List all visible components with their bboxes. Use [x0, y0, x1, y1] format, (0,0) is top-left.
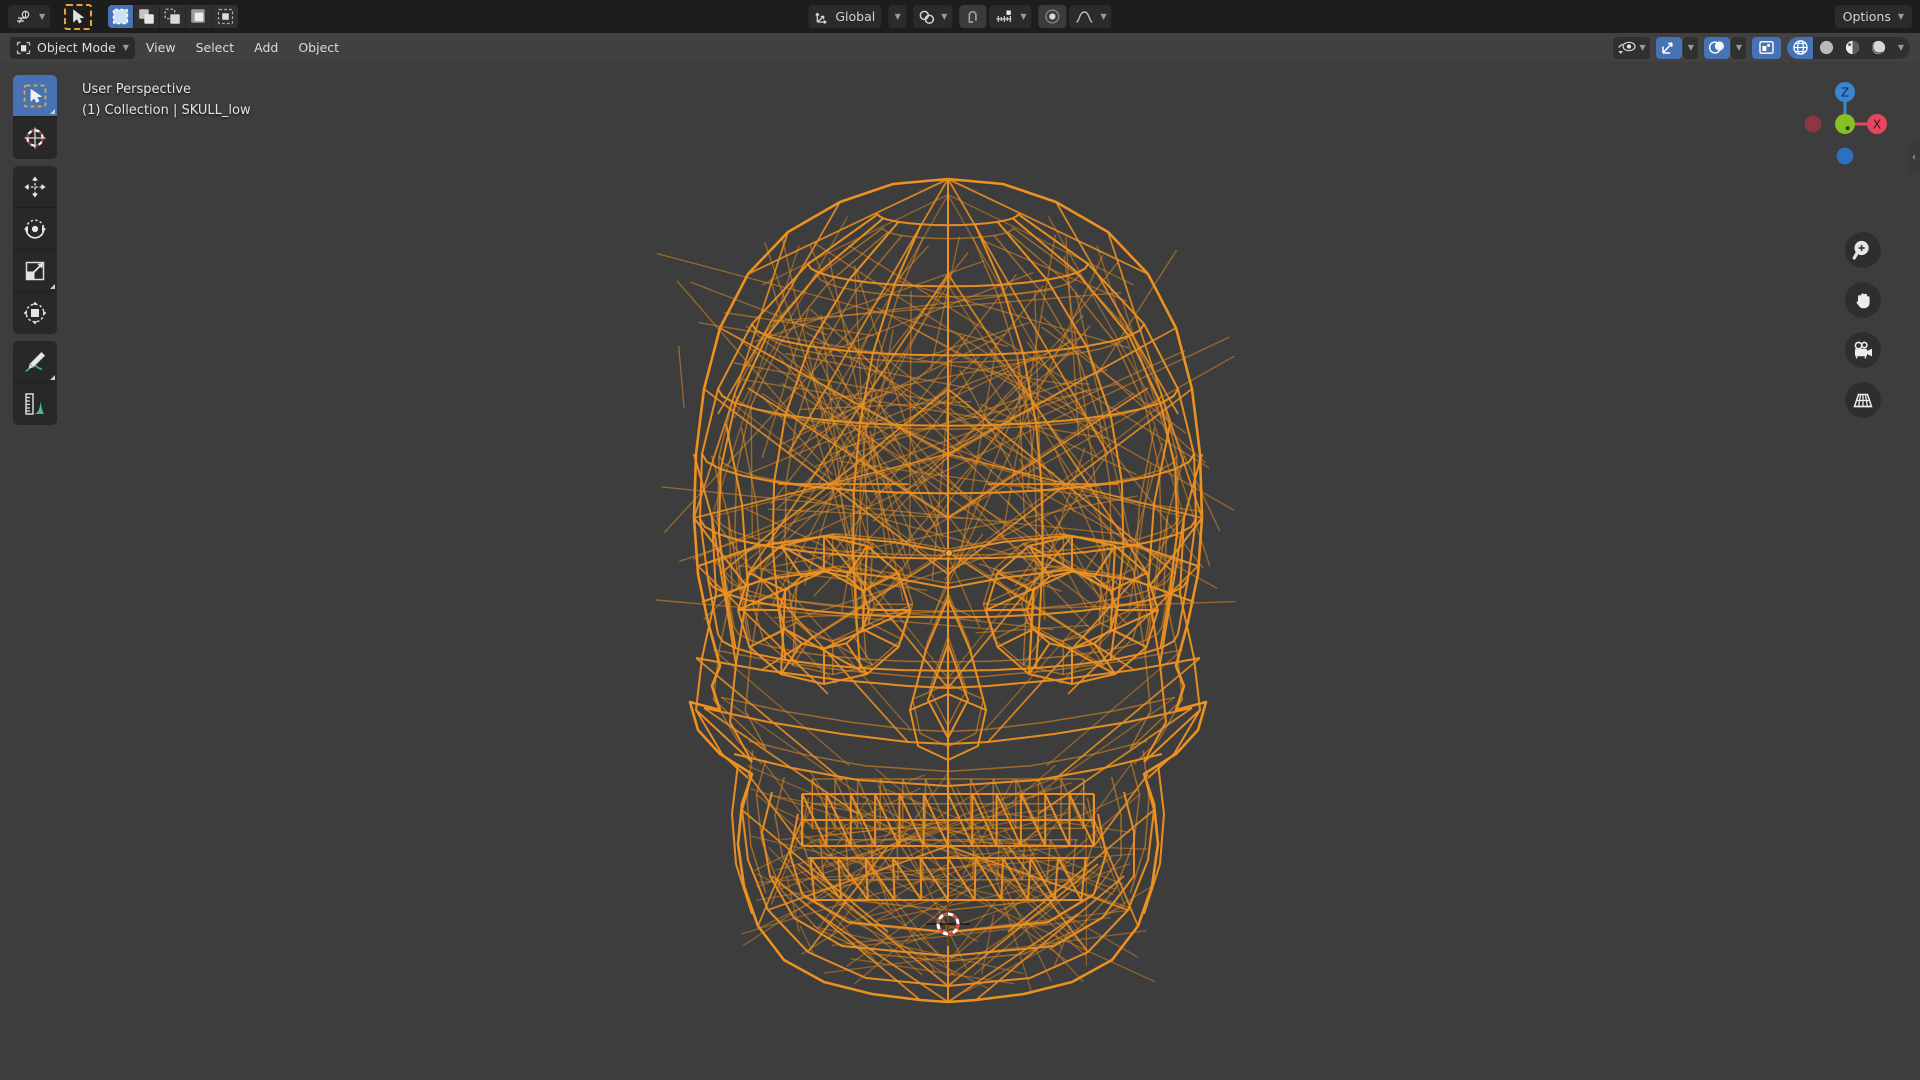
tool-submenu-corner	[50, 284, 55, 289]
select-mode-group	[108, 5, 239, 28]
interaction-mode-selector[interactable]: Object Mode ▼	[10, 36, 135, 59]
object-origin-point	[946, 550, 952, 556]
falloff-dropdown[interactable]: ▼	[1069, 5, 1112, 28]
transform-orientation-dropdown[interactable]: Global	[808, 5, 882, 28]
menu-object[interactable]: Object	[289, 38, 348, 57]
zoom-magnifier-icon	[1852, 240, 1869, 260]
snap-toggle-button[interactable]	[959, 5, 987, 28]
menu-select[interactable]: Select	[187, 38, 244, 57]
gizmo-group: ▼	[1655, 36, 1698, 59]
snap-to-dropdown[interactable]: ▼	[989, 5, 1032, 28]
select-mode-intersect[interactable]	[212, 5, 239, 28]
grid-perspective-icon	[1853, 393, 1873, 408]
chevron-down-icon: ▼	[1735, 43, 1742, 52]
tool-group-select	[13, 75, 57, 159]
shading-wireframe-button[interactable]	[1787, 36, 1813, 59]
proportional-editing-toggle[interactable]	[1038, 5, 1067, 28]
viewport-shading-group: ▼	[1787, 36, 1910, 59]
camera-icon	[1854, 341, 1872, 359]
object-types-visibility-button[interactable]: ▼	[1612, 36, 1650, 59]
select-mode-subtract[interactable]	[160, 5, 187, 28]
show-overlays-button[interactable]	[1703, 36, 1730, 59]
topbar: ▼ Global ▼ ▼ ▼ ▼ Options ▼	[0, 0, 1920, 33]
viewport-nav-buttons	[1845, 232, 1881, 418]
shading-solid-button[interactable]	[1813, 36, 1839, 59]
chevron-down-icon: ▼	[1897, 12, 1904, 21]
gizmo-axis-neg-x	[1804, 115, 1822, 133]
select-mode-set[interactable]	[108, 5, 135, 28]
tool-group-transform	[13, 166, 57, 334]
chevron-down-icon: ▼	[894, 12, 901, 21]
overlays-dropdown[interactable]: ▼	[1730, 36, 1746, 59]
chevron-down-icon: ▼	[1639, 43, 1646, 52]
zoom-button[interactable]	[1845, 232, 1881, 268]
tool-rotate[interactable]	[13, 208, 57, 250]
options-button[interactable]: Options ▼	[1834, 5, 1912, 28]
blender-window: ▼ Global ▼ ▼ ▼ ▼ Options ▼ Object Mode ▼…	[0, 0, 1920, 1080]
hand-pan-icon	[1856, 293, 1870, 309]
menu-add[interactable]: Add	[245, 38, 287, 57]
gizmo-axis-neg-z	[1836, 147, 1854, 165]
tool-group-annotate	[13, 341, 57, 425]
tool-submenu-corner	[50, 109, 55, 114]
svg-text:Z: Z	[1841, 86, 1849, 100]
chevron-down-icon: ▼	[941, 12, 948, 21]
move-view-button[interactable]	[1845, 282, 1881, 318]
svg-text:X: X	[1873, 118, 1881, 132]
gizmo-axis-y	[1835, 114, 1855, 134]
chevron-down-icon: ▼	[1020, 12, 1027, 21]
sidebar-toggle-arrow[interactable]: ‹	[1908, 140, 1920, 174]
chevron-down-icon: ▼	[1100, 12, 1107, 21]
show-gizmo-button[interactable]	[1655, 36, 1682, 59]
gizmo-dropdown[interactable]: ▼	[1682, 36, 1698, 59]
viewport-3d[interactable]: User Perspective (1) Collection | SKULL_…	[0, 62, 1920, 1080]
cursor-3d	[926, 902, 970, 946]
options-label: Options	[1842, 9, 1891, 24]
tool-cursor[interactable]	[13, 117, 57, 159]
active-tool-indicator[interactable]	[64, 3, 93, 30]
tool-submenu-corner	[50, 375, 55, 380]
shading-material-preview-button[interactable]	[1839, 36, 1865, 59]
chevron-down-icon: ▼	[1687, 43, 1694, 52]
tool-tweak[interactable]	[13, 75, 57, 117]
pivot-point-dropdown[interactable]: ▼	[913, 5, 953, 28]
navigation-gizmo[interactable]: Z X	[1793, 72, 1897, 176]
shading-rendered-button[interactable]	[1865, 36, 1891, 59]
camera-view-button[interactable]	[1845, 332, 1881, 368]
tool-transform[interactable]	[13, 292, 57, 334]
toggle-orthographic-button[interactable]	[1845, 382, 1881, 418]
viewport-toolbar	[13, 75, 57, 432]
mode-label: Object Mode	[37, 40, 116, 55]
chevron-down-icon: ▼	[122, 43, 129, 52]
select-mode-invert[interactable]	[186, 5, 213, 28]
toggle-xray-button[interactable]	[1752, 36, 1781, 59]
transform-orientation-chevron[interactable]: ▼	[888, 5, 907, 28]
select-mode-extend[interactable]	[134, 5, 161, 28]
chevron-down-icon: ▼	[1897, 43, 1905, 52]
transform-orientation-label: Global	[835, 9, 876, 24]
header-right-controls: ▼ ▼ ▼ ▼	[1612, 36, 1910, 59]
tool-move[interactable]	[13, 166, 57, 208]
menu-view[interactable]: View	[137, 38, 185, 57]
tool-measure[interactable]	[13, 383, 57, 425]
tool-annotate[interactable]	[13, 341, 57, 383]
viewport-header: Object Mode ▼ View Select Add Object ▼ ▼…	[0, 33, 1920, 62]
tool-scale[interactable]	[13, 250, 57, 292]
overlay-group: ▼	[1703, 36, 1746, 59]
editor-type-selector[interactable]: ▼	[8, 5, 51, 28]
chevron-down-icon: ▼	[39, 12, 46, 21]
shading-dropdown[interactable]: ▼	[1891, 36, 1910, 59]
